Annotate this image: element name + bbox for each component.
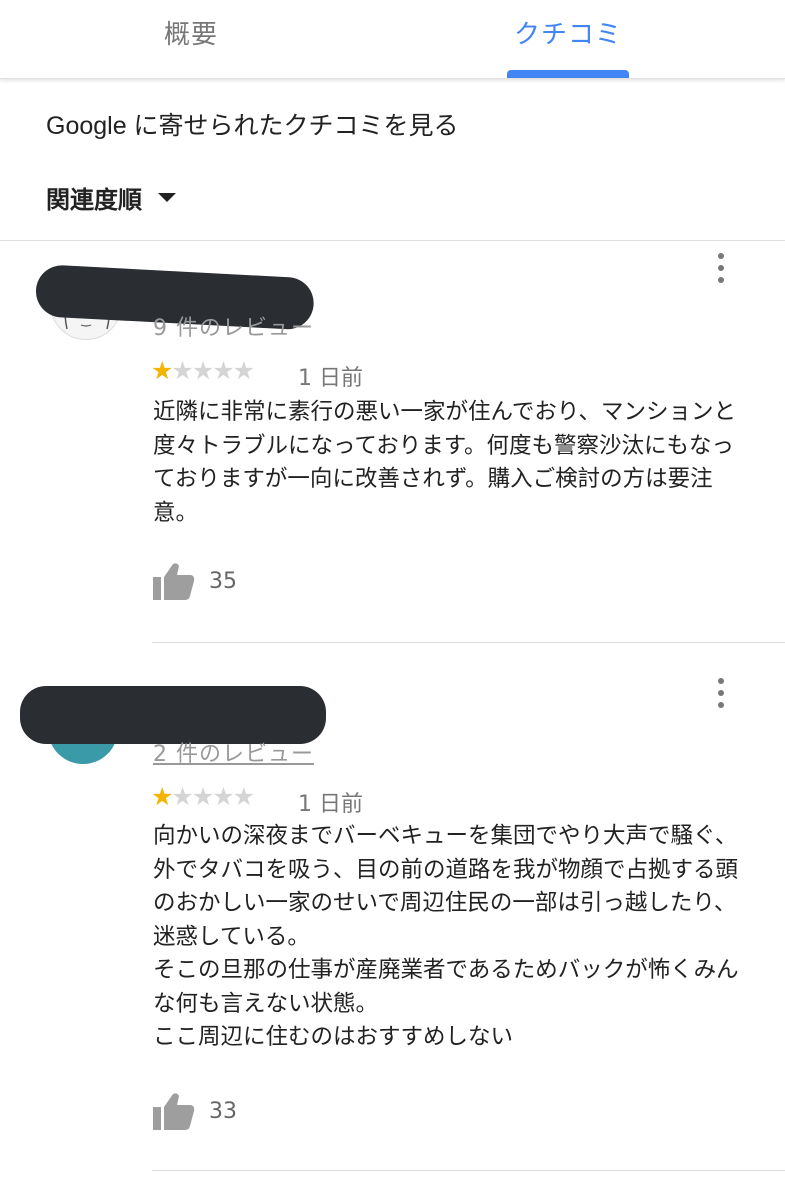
star-filled-icon: ★ bbox=[151, 782, 173, 811]
more-options-icon[interactable] bbox=[712, 678, 730, 708]
divider bbox=[0, 240, 785, 241]
sort-label: 関連度順 bbox=[46, 186, 142, 214]
divider bbox=[152, 642, 785, 643]
review-text: 近隣に非常に素行の悪い一家が住んでおり、マンションと度々トラブルになっております… bbox=[153, 399, 736, 526]
reviewer-review-count[interactable]: 9 件のレビュー bbox=[153, 310, 314, 342]
star-empty-icon: ★★★★ bbox=[171, 782, 255, 811]
review-text: 向かいの深夜までバーベキューを集団でやり大声で騒ぐ、外でタバコを吸う、目の前の道… bbox=[153, 823, 739, 1050]
review-date: 1 日前 bbox=[298, 792, 363, 817]
more-options-icon[interactable] bbox=[712, 253, 730, 283]
sort-dropdown[interactable]: 関連度順 bbox=[46, 180, 176, 215]
star-rating: ★★★★★ bbox=[151, 782, 255, 811]
like-count: 33 bbox=[209, 1098, 237, 1124]
star-empty-icon: ★★★★ bbox=[171, 356, 255, 385]
tab-overview[interactable]: 概要 bbox=[164, 14, 218, 51]
active-tab-indicator bbox=[507, 70, 629, 78]
reviews-heading: Google に寄せられたクチコミを見る bbox=[46, 112, 459, 140]
star-filled-icon: ★ bbox=[151, 356, 173, 385]
thumbs-up-icon bbox=[153, 1093, 195, 1130]
review-date: 1 日前 bbox=[298, 366, 363, 391]
thumbs-up-icon bbox=[153, 563, 195, 600]
like-button[interactable]: 35 bbox=[153, 562, 237, 600]
tab-bar: 概要 クチコミ bbox=[0, 0, 785, 79]
reviewer-review-count[interactable]: 2 件のレビュー bbox=[153, 736, 314, 768]
like-count: 35 bbox=[209, 568, 237, 594]
caret-down-icon bbox=[158, 193, 176, 202]
star-rating: ★★★★★ bbox=[151, 356, 255, 385]
divider bbox=[152, 1170, 785, 1171]
like-button[interactable]: 33 bbox=[153, 1092, 237, 1130]
tab-reviews[interactable]: クチコミ bbox=[514, 14, 622, 51]
